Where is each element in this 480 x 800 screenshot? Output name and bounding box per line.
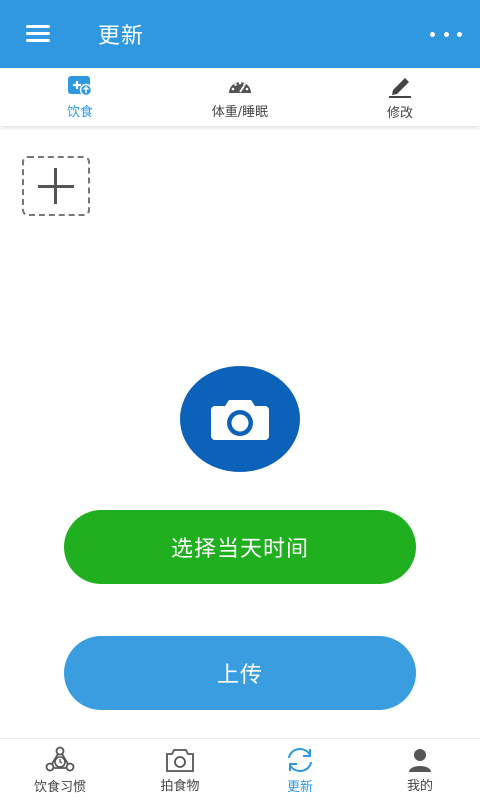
tab-weight-sleep[interactable]: 体重/睡眠 — [160, 68, 320, 126]
diet-habit-icon — [45, 746, 75, 771]
tab-label: 修改 — [386, 105, 413, 121]
camera-icon — [211, 400, 269, 440]
tab-label: 体重/睡眠 — [211, 104, 269, 120]
bottom-nav: 饮食习惯 拍食物 更新 我的 — [0, 738, 480, 800]
nav-label: 饮食习惯 — [33, 779, 86, 795]
page-title: 更新 — [98, 24, 145, 49]
hamburger-menu-icon[interactable] — [24, 22, 54, 46]
nav-update[interactable]: 更新 — [240, 739, 360, 800]
nav-label: 我的 — [406, 778, 433, 794]
top-tabs: 饮食 体重/睡眠 修改 — [0, 68, 480, 126]
camera-icon — [166, 748, 194, 772]
tab-edit[interactable]: 修改 — [320, 68, 480, 126]
user-icon — [409, 748, 431, 772]
nav-label: 更新 — [286, 779, 313, 795]
nav-label: 拍食物 — [160, 778, 200, 794]
nav-diet-habits[interactable]: 饮食习惯 — [0, 739, 120, 800]
tab-label: 饮食 — [66, 104, 93, 120]
diet-add-icon — [68, 75, 93, 96]
camera-button[interactable] — [180, 366, 300, 472]
upload-button[interactable]: 上传 — [64, 636, 416, 710]
nav-photo-food[interactable]: 拍食物 — [120, 739, 240, 800]
edit-pencil-icon — [389, 77, 411, 98]
tab-diet[interactable]: 饮食 — [0, 68, 160, 126]
gauge-icon — [229, 81, 251, 93]
add-photo-button[interactable] — [22, 156, 90, 216]
select-date-button[interactable]: 选择当天时间 — [64, 510, 416, 584]
app-screen: 更新 饮食 体重/睡眠 修改 选择当天时间 上传 饮食习惯 拍食物 更新 我的 — [0, 0, 480, 800]
more-dots-icon[interactable] — [430, 22, 462, 46]
nav-profile[interactable]: 我的 — [360, 739, 480, 800]
app-header: 更新 — [0, 0, 480, 68]
refresh-icon — [288, 747, 312, 772]
